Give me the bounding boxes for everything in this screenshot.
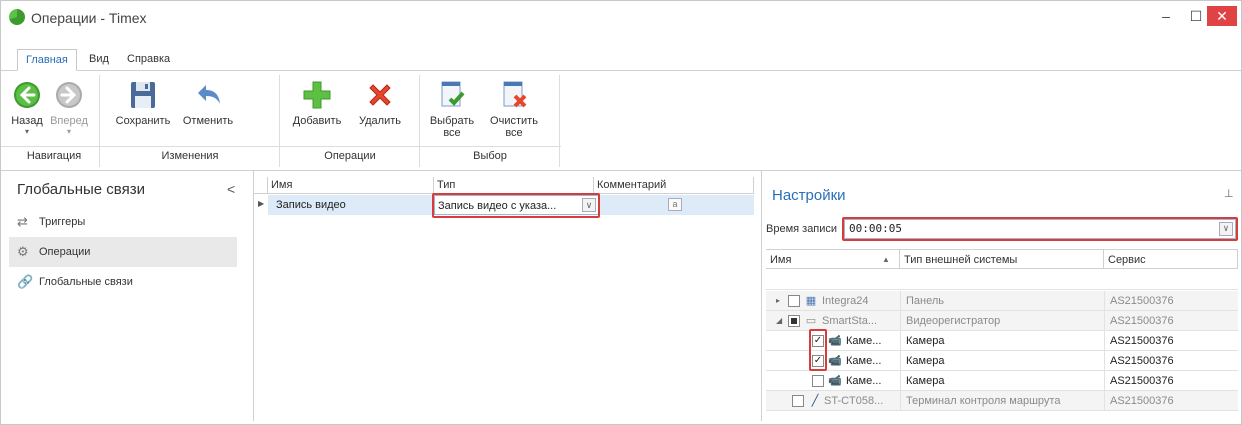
pin-icon[interactable]: ⊥ — [1224, 187, 1234, 200]
column-header-type[interactable]: Тип — [434, 177, 594, 194]
highlight-frame — [432, 193, 600, 218]
back-arrow-icon — [14, 82, 40, 108]
clear-all-icon — [503, 81, 527, 108]
nav-item-operations[interactable]: ⚙ Операции — [9, 237, 237, 267]
row-checkbox[interactable] — [812, 375, 824, 387]
column-header-system-type[interactable]: Тип внешней системы — [900, 249, 1104, 269]
row-checkbox[interactable] — [788, 315, 800, 327]
left-navigation: Глобальные связи < ⇄ Триггеры ⚙ Операции… — [9, 171, 247, 421]
filter-row[interactable] — [766, 270, 1238, 290]
recorder-device-icon: ▭ — [805, 315, 817, 327]
leftnav-title: Глобальные связи — [17, 181, 145, 198]
ribbon: Назад ▾ Вперед ▾ Сохранить Отменить Доба… — [1, 71, 1241, 171]
column-header-comment[interactable]: Комментарий — [594, 177, 754, 194]
group-selection-label: Выбор — [473, 150, 507, 162]
column-header-service[interactable]: Сервис — [1104, 249, 1238, 269]
window-title: Операции - Timex — [31, 10, 147, 26]
row-checkbox[interactable] — [792, 395, 804, 407]
close-icon[interactable]: ✕ — [1207, 6, 1237, 26]
table-row[interactable]: ✓ 📹 Каме... Камера AS21500376 — [766, 351, 1238, 371]
group-changes-label: Изменения — [161, 150, 219, 162]
settings-title: Настройки — [772, 187, 846, 204]
camera-icon: 📹 — [828, 375, 842, 387]
plus-icon — [303, 81, 331, 109]
column-header-name[interactable]: Имя ▲ — [766, 249, 900, 269]
highlight-frame — [809, 329, 827, 371]
nav-item-triggers[interactable]: ⇄ Триггеры — [9, 207, 237, 237]
floppy-disk-icon — [131, 82, 155, 108]
select-all-icon — [441, 81, 465, 107]
arrows-icon: ⇄ — [17, 214, 28, 229]
link-icon: 🔗 — [17, 274, 34, 289]
operations-grid: Имя Тип Комментарий ▶ Запись видео Запис… — [253, 171, 754, 421]
table-row[interactable]: ▸ ▦ Integra24 Панель AS21500376 — [766, 291, 1238, 311]
delete-x-icon — [369, 84, 391, 106]
chevron-down-icon: ▾ — [66, 127, 71, 136]
tab-help[interactable]: Справка — [119, 49, 178, 71]
chevron-down-icon: ▾ — [24, 127, 29, 136]
record-time-label: Время записи — [766, 223, 838, 235]
settings-panel: Настройки ⊥ Время записи 00:00:05 ∨ Имя … — [761, 171, 1241, 421]
collapse-icon[interactable]: ◢ — [776, 311, 782, 331]
highlight-frame — [842, 217, 1238, 241]
panel-device-icon: ▦ — [805, 295, 817, 307]
cell-name: Запись видео — [276, 199, 346, 211]
save-button[interactable]: Сохранить — [113, 79, 173, 127]
column-header-name[interactable]: Имя — [268, 177, 434, 194]
table-row[interactable]: 📹 Каме... Камера AS21500376 — [766, 371, 1238, 391]
tab-main[interactable]: Главная — [17, 49, 77, 71]
table-row[interactable]: ╱ ST-CT058... Терминал контроля маршрута… — [766, 391, 1238, 411]
row-indicator-icon: ▶ — [258, 199, 265, 208]
ribbon-tabs: Главная Вид Справка — [1, 49, 1241, 71]
row-checkbox[interactable] — [788, 295, 800, 307]
forward-button[interactable]: Вперед ▾ — [49, 79, 89, 136]
nav-item-global-links[interactable]: 🔗 Глобальные связи — [9, 267, 237, 297]
table-row[interactable]: ✓ 📹 Каме... Камера AS21500376 — [766, 331, 1238, 351]
expand-icon[interactable]: ▸ — [776, 291, 780, 311]
collapse-icon[interactable]: < — [227, 181, 235, 197]
comment-edit-icon[interactable]: a — [668, 198, 682, 211]
app-window: Операции - Timex – ☐ ✕ Главная Вид Справ… — [0, 0, 1242, 425]
undo-button[interactable]: Отменить — [177, 79, 239, 127]
minimize-icon[interactable]: – — [1151, 6, 1181, 26]
group-operations-label: Операции — [324, 150, 376, 162]
camera-icon: 📹 — [828, 335, 842, 347]
add-button[interactable]: Добавить — [289, 79, 345, 127]
title-bar: Операции - Timex – ☐ ✕ — [1, 1, 1241, 33]
group-navigation-label: Навигация — [26, 150, 82, 162]
delete-button[interactable]: Удалить — [355, 79, 405, 127]
tab-view[interactable]: Вид — [81, 49, 117, 71]
sort-asc-icon: ▲ — [882, 255, 890, 264]
undo-icon — [198, 85, 220, 104]
clear-all-button[interactable]: Очистить все — [487, 79, 541, 139]
table-row[interactable]: ◢ ▭ SmartSta... Видеорегистратор AS21500… — [766, 311, 1238, 331]
back-button[interactable]: Назад ▾ — [9, 79, 45, 136]
terminal-device-icon: ╱ — [811, 395, 819, 407]
app-logo-icon — [9, 9, 25, 25]
gear-icon: ⚙ — [17, 244, 29, 259]
forward-arrow-icon — [56, 82, 82, 108]
select-all-button[interactable]: Выбрать все — [427, 79, 477, 139]
camera-icon: 📹 — [828, 355, 842, 367]
